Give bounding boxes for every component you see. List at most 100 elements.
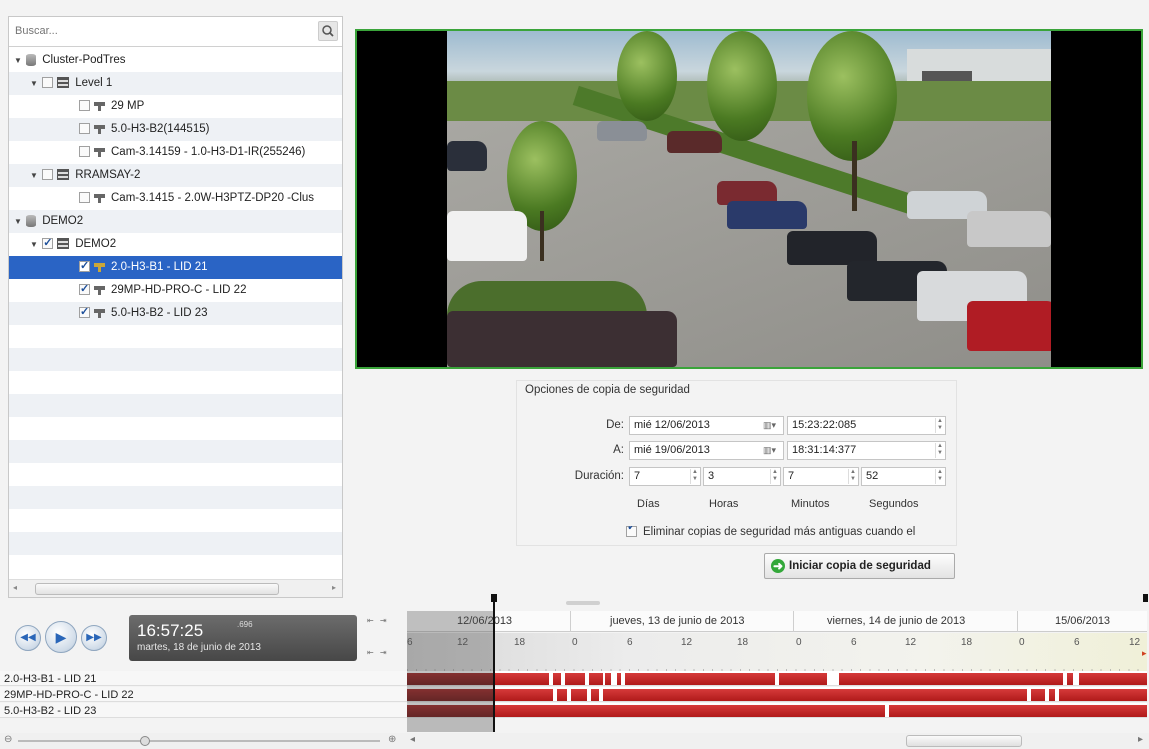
server-icon xyxy=(57,77,70,89)
to-time-input[interactable]: 18:31:14:377 ▲ ▼ xyxy=(787,441,946,460)
delete-old-backups-option[interactable]: Eliminar copias de seguridad más antigua… xyxy=(626,526,956,538)
spinner-icon[interactable]: ▲ ▼ xyxy=(935,443,944,458)
playback-date: martes, 18 de junio de 2013 xyxy=(137,642,261,653)
tree-item-checkbox[interactable] xyxy=(79,302,90,324)
timeline[interactable]: 12/06/2013 jueves, 13 de junio de 2013 v… xyxy=(407,611,1147,732)
server-icon xyxy=(57,238,70,250)
timeline-zoom-bar: ⊖ ⊕ ◂ ▸ xyxy=(0,733,1149,749)
previous-frame-button[interactable]: ◀◀ xyxy=(15,625,41,651)
tree-item-checkbox[interactable] xyxy=(79,146,90,158)
start-backup-label: Iniciar copia de seguridad xyxy=(789,560,931,572)
tree-item[interactable]: 29MP-HD-PRO-C - LID 22 xyxy=(9,279,342,302)
tree-horizontal-scrollbar[interactable]: ◂ ▸ xyxy=(9,579,342,597)
splitter-grip[interactable] xyxy=(566,601,600,605)
scroll-left-icon[interactable]: ◂ xyxy=(13,583,17,592)
database-icon xyxy=(26,214,37,227)
tree-item-checkbox[interactable] xyxy=(79,256,90,278)
tree-empty-row xyxy=(9,348,342,371)
tree-item-label: 29 MP xyxy=(111,100,145,112)
tree-item[interactable]: 5.0-H3-B2 - LID 23 xyxy=(9,302,342,325)
start-backup-button[interactable]: ➜ Iniciar copia de seguridad xyxy=(764,553,955,579)
seconds-input[interactable]: 52 ▲ ▼ xyxy=(861,467,946,486)
video-tile[interactable] xyxy=(355,29,1143,369)
tree-item[interactable]: 29 MP xyxy=(9,95,342,118)
spinner-icon[interactable]: ▲ ▼ xyxy=(935,418,944,433)
search-input[interactable] xyxy=(11,20,321,42)
recording-track-cam-2[interactable] xyxy=(407,687,1147,702)
from-time-input[interactable]: 15:23:22:085 ▲ ▼ xyxy=(787,416,946,435)
scroll-thumb[interactable] xyxy=(35,583,279,595)
camera-icon xyxy=(94,285,106,295)
delete-old-backups-checkbox[interactable] xyxy=(626,526,637,538)
spinner-icon[interactable]: ▲ ▼ xyxy=(935,469,944,484)
scroll-right-icon[interactable]: ▸ xyxy=(332,583,336,592)
tree-item[interactable]: ▼ Cluster-PodTres xyxy=(9,49,342,72)
tree-item-checkbox[interactable] xyxy=(79,279,90,301)
minutes-input[interactable]: 7 ▲ ▼ xyxy=(783,467,859,486)
zoom-in-icon[interactable]: ⊕ xyxy=(388,734,396,745)
next-frame-button[interactable]: ▶▶ xyxy=(81,625,107,651)
hour-label: 6 xyxy=(1074,637,1080,648)
expand-arrow-icon[interactable]: ▼ xyxy=(29,233,39,256)
recording-track-cam-1[interactable] xyxy=(407,671,1147,686)
play-button[interactable]: ▶ xyxy=(45,621,77,653)
tree-item-checkbox[interactable] xyxy=(42,233,54,255)
scroll-right-icon[interactable]: ▸ xyxy=(1138,734,1143,745)
tree-item[interactable]: 5.0-H3-B2(144515) xyxy=(9,118,342,141)
hours-unit-label: Horas xyxy=(709,498,739,510)
timeline-playhead[interactable] xyxy=(493,594,495,732)
from-date-picker[interactable]: mié 12/06/2013 ▥▾ xyxy=(629,416,784,435)
tree-item-checkbox[interactable] xyxy=(42,77,54,89)
spinner-icon[interactable]: ▲ ▼ xyxy=(848,469,857,484)
tree-item-label: RRAMSAY-2 xyxy=(75,169,141,181)
tree-item-label: DEMO2 xyxy=(42,215,84,227)
timeline-nav-arrows[interactable]: ⇤ ⇥ xyxy=(367,648,407,657)
tree-item[interactable]: Cam-3.14159 - 1.0-H3-D1-IR(255246) xyxy=(9,141,342,164)
timeline-end-marker[interactable] xyxy=(1143,594,1148,602)
tree-empty-row xyxy=(9,417,342,440)
tree-item[interactable]: ▼ Level 1 xyxy=(9,72,342,95)
calendar-dropdown-icon[interactable]: ▥▾ xyxy=(763,444,781,457)
hour-label: 18 xyxy=(961,637,973,648)
days-value: 7 xyxy=(634,470,641,482)
tree-item[interactable]: ▼ RRAMSAY-2 xyxy=(9,164,342,187)
backup-options-title: Opciones de copia de seguridad xyxy=(525,384,690,396)
zoom-slider[interactable] xyxy=(18,740,380,742)
playhead-handle[interactable] xyxy=(491,594,497,602)
expand-arrow-icon[interactable]: ▼ xyxy=(13,210,23,233)
tree-item[interactable]: ▼ DEMO2 xyxy=(9,210,342,233)
timeline-date: 15/06/2013 xyxy=(1055,615,1111,627)
hour-label: 6 xyxy=(627,637,633,648)
scroll-left-icon[interactable]: ◂ xyxy=(410,734,415,745)
track-label-cam-2: 29MP-HD-PRO-C - LID 22 xyxy=(4,689,134,701)
zoom-slider-knob[interactable] xyxy=(140,736,150,746)
timeline-nav-arrows[interactable]: ⇤ ⇥ xyxy=(367,616,407,625)
tree-item-checkbox[interactable] xyxy=(79,100,90,112)
expand-arrow-icon[interactable]: ▼ xyxy=(29,164,39,187)
calendar-dropdown-icon[interactable]: ▥▾ xyxy=(763,419,781,432)
tree-item[interactable]: Cam-3.1415 - 2.0W-H3PTZ-DP20 -Clus xyxy=(9,187,342,210)
tree-item-checkbox[interactable] xyxy=(42,169,54,181)
days-input[interactable]: 7 ▲ ▼ xyxy=(629,467,701,486)
search-box xyxy=(9,17,342,47)
expand-arrow-icon[interactable]: ▼ xyxy=(13,49,23,72)
tree-item-checkbox[interactable] xyxy=(79,123,90,135)
expand-arrow-icon[interactable]: ▼ xyxy=(29,72,39,95)
from-time-value: 15:23:22:085 xyxy=(792,419,857,431)
spinner-icon[interactable]: ▲ ▼ xyxy=(770,469,779,484)
from-date-value: mié 12/06/2013 xyxy=(634,419,710,431)
fast-forward-icon: ▶▶ xyxy=(86,632,102,643)
server-icon xyxy=(57,169,70,181)
hours-input[interactable]: 3 ▲ ▼ xyxy=(703,467,781,486)
search-icon[interactable] xyxy=(318,21,338,41)
timeline-date-header: 12/06/2013 jueves, 13 de junio de 2013 v… xyxy=(407,611,1147,632)
seconds-unit-label: Segundos xyxy=(869,498,919,510)
to-date-picker[interactable]: mié 19/06/2013 ▥▾ xyxy=(629,441,784,460)
spinner-icon[interactable]: ▲ ▼ xyxy=(690,469,699,484)
tree-item[interactable]: 2.0-H3-B1 - LID 21 xyxy=(9,256,342,279)
recording-track-cam-3[interactable] xyxy=(407,703,1147,718)
tree-item[interactable]: ▼ DEMO2 xyxy=(9,233,342,256)
tree-item-checkbox[interactable] xyxy=(79,192,90,204)
timeline-scroll-thumb[interactable] xyxy=(906,735,1022,747)
zoom-out-icon[interactable]: ⊖ xyxy=(4,734,12,745)
